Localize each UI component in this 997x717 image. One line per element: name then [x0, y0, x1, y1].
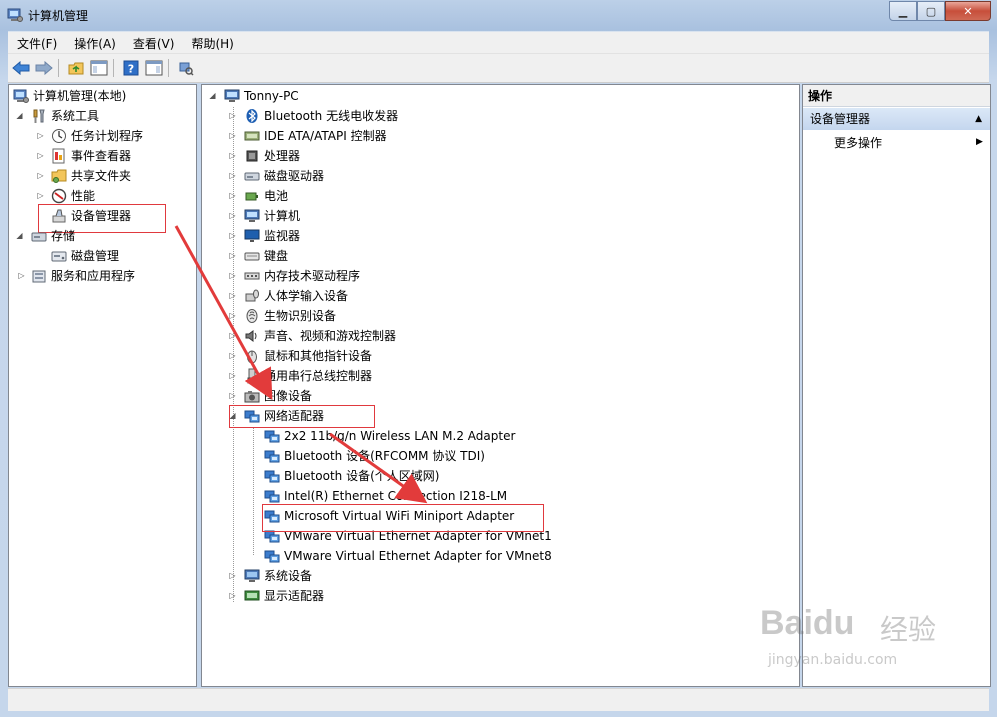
- watermark-url: jingyan.baidu.com: [768, 652, 898, 668]
- arrow-to-network-adapters: [174, 225, 273, 400]
- arrow-to-virtual-wifi: [329, 432, 428, 504]
- watermark-brand: Baidu: [760, 604, 855, 642]
- window-frame: 计算机管理 ▁ ▢ ✕ 文件(F) 操作(A) 查看(V) 帮助(H) ? 计算…: [0, 0, 997, 717]
- baidu-watermark: Baidu 经验 jingyan.baidu.com: [760, 600, 960, 700]
- watermark-cn: 经验: [880, 613, 937, 646]
